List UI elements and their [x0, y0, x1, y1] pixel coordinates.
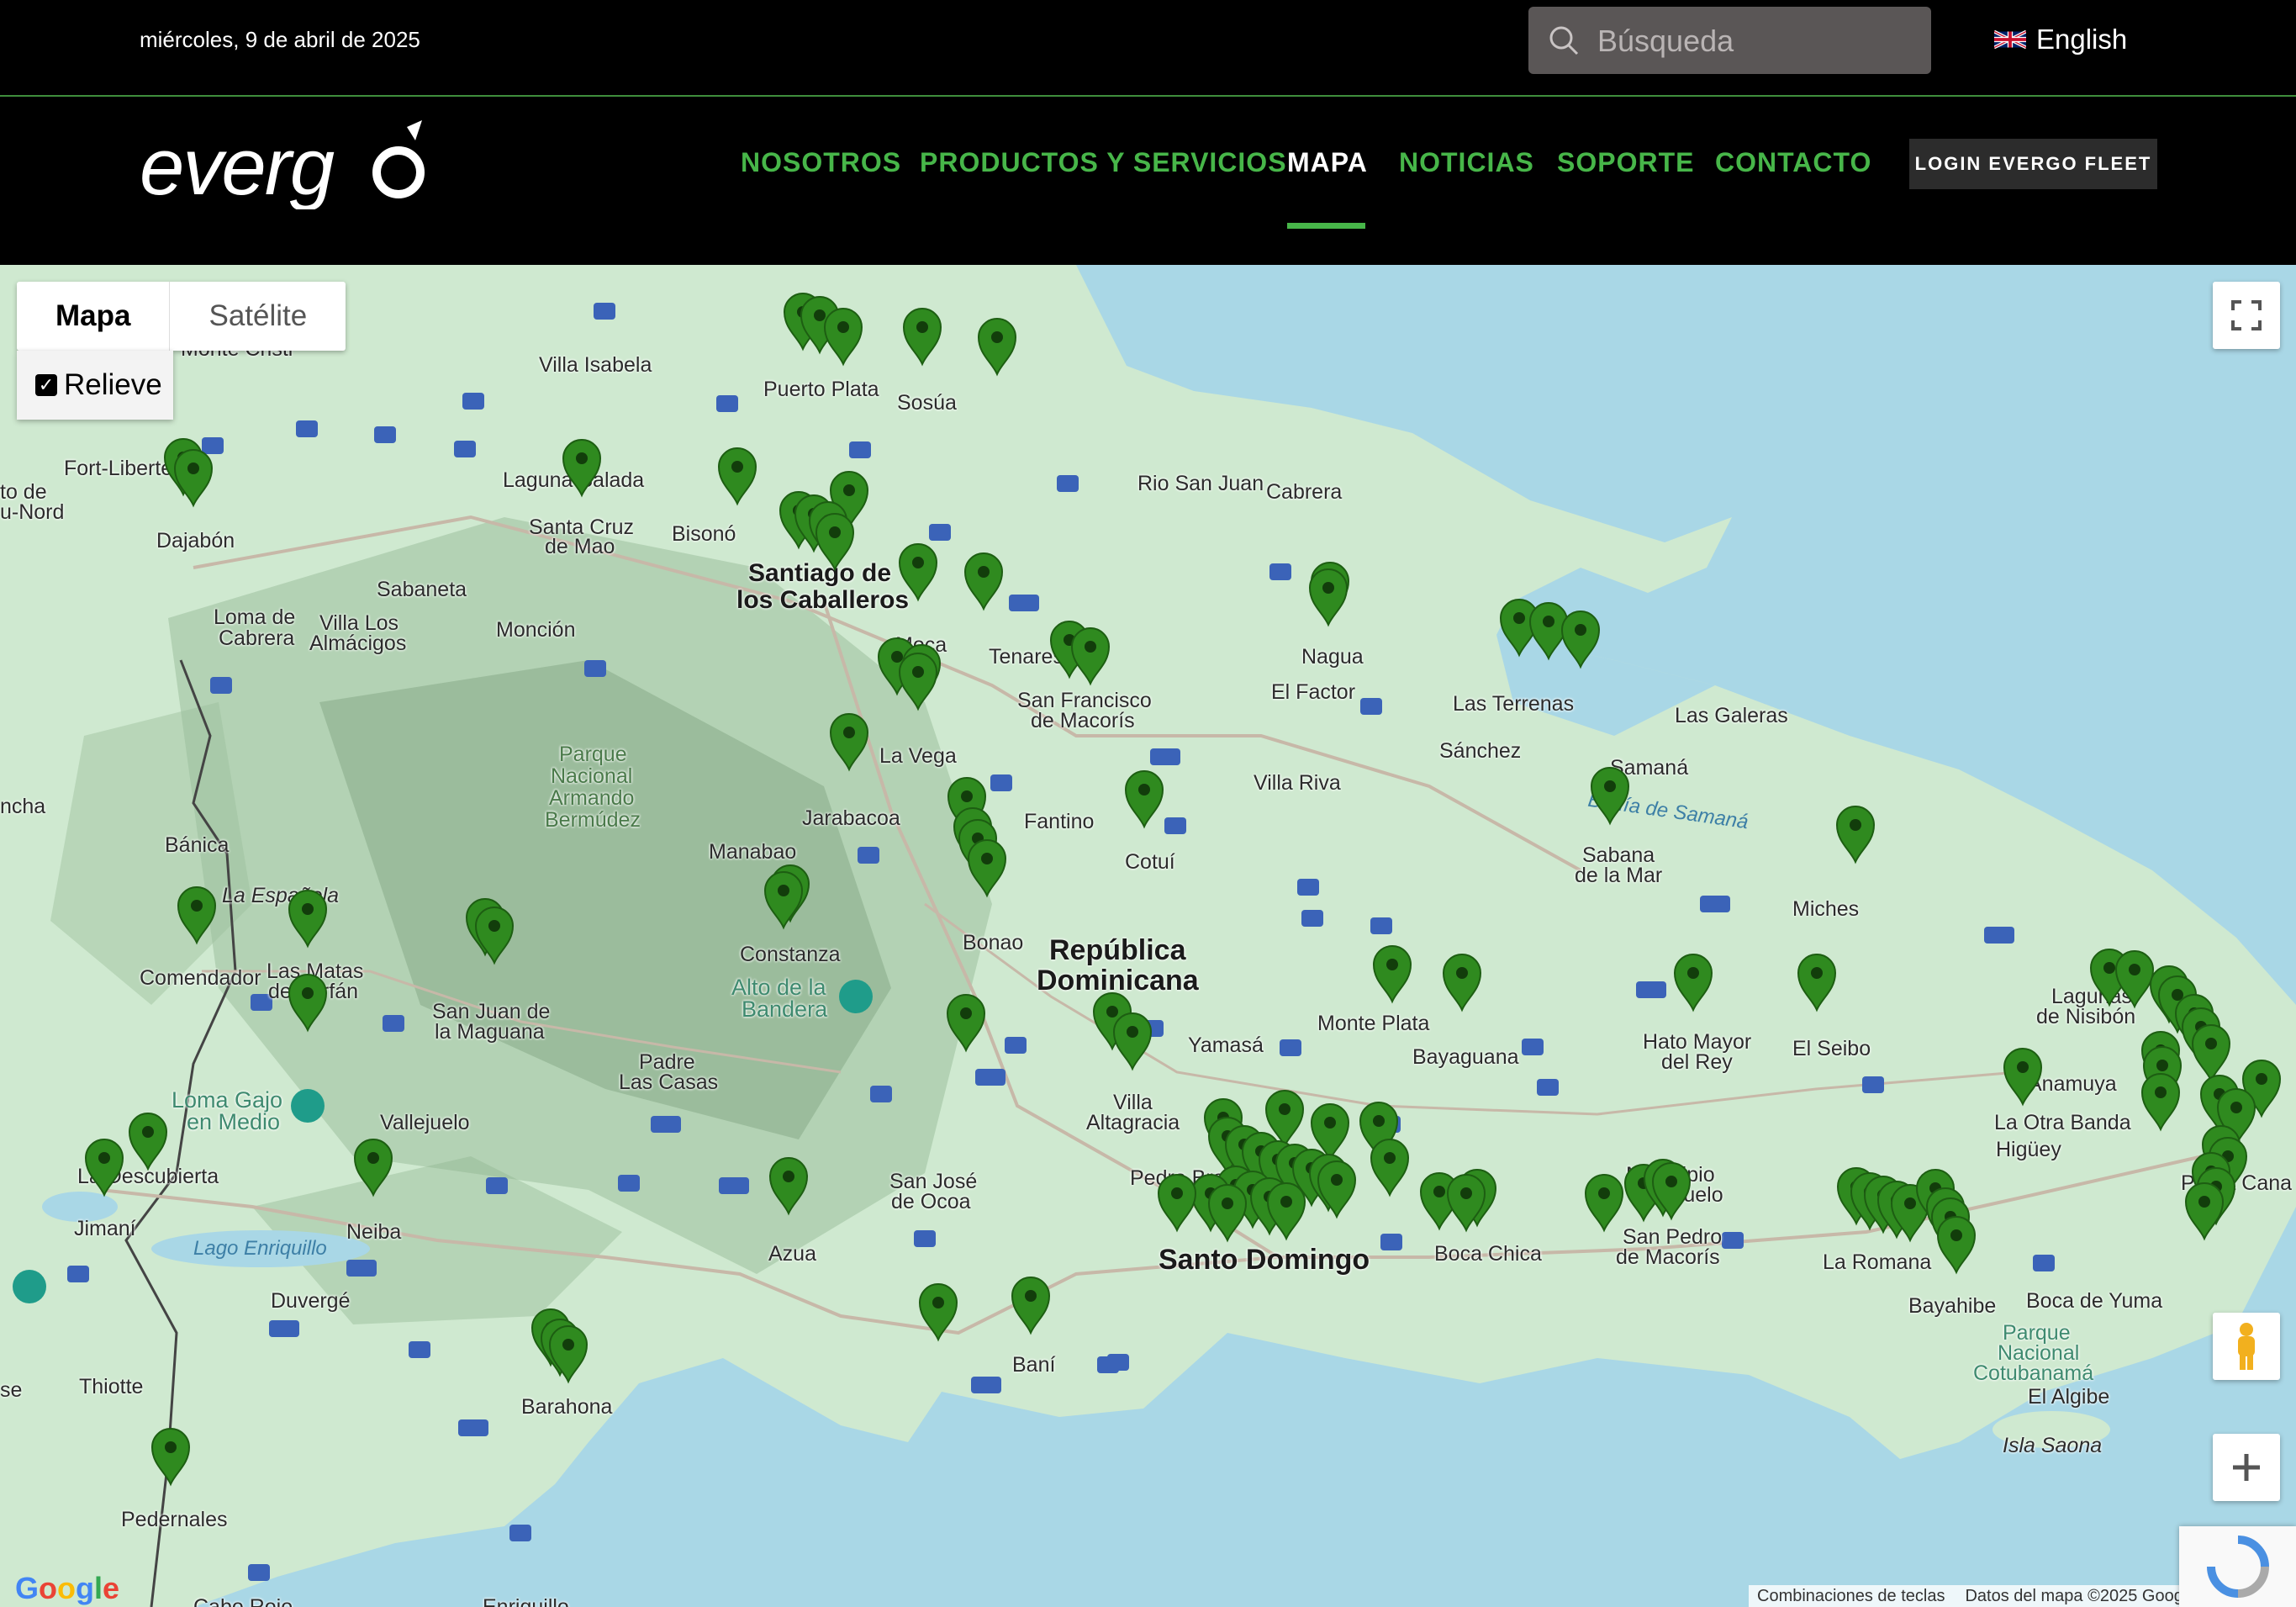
charging-station-pin[interactable] — [1797, 954, 1837, 1012]
nav-productos-y-servicios[interactable]: PRODUCTOS Y SERVICIOS — [920, 147, 1287, 178]
charging-station-pin[interactable] — [562, 439, 602, 498]
pegman-icon — [2238, 1323, 2255, 1370]
charging-station-pin[interactable] — [763, 871, 804, 930]
svg-text:everg: everg — [140, 122, 335, 209]
charging-station-pin[interactable] — [902, 308, 942, 367]
map-attribution: Combinaciones de teclas Datos del mapa ©… — [1749, 1585, 2205, 1607]
map-type-satellite-button[interactable]: Satélite — [170, 282, 346, 351]
charging-station-pin[interactable] — [84, 1139, 124, 1197]
map-data-credit[interactable]: Datos del mapa ©2025 Google — [1965, 1587, 2196, 1606]
charging-station-pin[interactable] — [1112, 1012, 1153, 1071]
charging-station-pin[interactable] — [177, 886, 217, 945]
charging-station-pin[interactable] — [963, 552, 1004, 611]
charging-station-pin[interactable] — [353, 1139, 393, 1197]
google-logo-part: l — [94, 1571, 103, 1605]
charging-station-pin[interactable] — [173, 449, 214, 508]
charging-station-pin[interactable] — [1651, 1162, 1692, 1221]
charging-station-pin[interactable] — [815, 513, 855, 572]
map-type-control: Mapa Satélite — [17, 282, 346, 351]
search-input[interactable] — [1596, 7, 1919, 76]
charging-station-pin[interactable] — [288, 974, 328, 1033]
charging-station-pin[interactable] — [1266, 1182, 1306, 1241]
search-box[interactable] — [1528, 7, 1931, 76]
charging-station-pin[interactable] — [717, 447, 757, 506]
charging-station-pin[interactable] — [1370, 1139, 1410, 1197]
charging-station-pin[interactable] — [1124, 770, 1164, 829]
nav-nosotros[interactable]: NOSOTROS — [741, 147, 901, 178]
terrain-label: Relieve — [64, 368, 162, 401]
street-view-pegman-button[interactable] — [2213, 1313, 2280, 1380]
charging-station-pin[interactable] — [1372, 945, 1412, 1004]
google-logo-part: o — [39, 1571, 58, 1605]
charging-station-pins — [84, 293, 2282, 1487]
charging-station-pin[interactable] — [1207, 1184, 1248, 1243]
nav-contacto[interactable]: CONTACTO — [1715, 147, 1871, 178]
charging-station-pin[interactable] — [1584, 1174, 1624, 1233]
charging-station-pin[interactable] — [2191, 1024, 2231, 1083]
login-evergo-fleet-button[interactable]: LOGIN EVERGO FLEET — [1909, 139, 2157, 189]
evergo-logo[interactable]: everg — [140, 117, 442, 209]
charging-station-pin[interactable] — [150, 1428, 191, 1487]
nav-noticias[interactable]: NOTICIAS — [1399, 147, 1534, 178]
charging-station-pin[interactable] — [823, 308, 863, 367]
charging-station-pin[interactable] — [2184, 1182, 2225, 1241]
charging-station-pin[interactable] — [1308, 568, 1349, 627]
uk-flag-icon — [1994, 29, 2026, 50]
charging-station-pin[interactable] — [1317, 1160, 1357, 1219]
charging-station-pin[interactable] — [1936, 1216, 1977, 1275]
charging-station-pin[interactable] — [2140, 1073, 2181, 1132]
charging-station-pin[interactable] — [829, 713, 869, 772]
google-logo-part: o — [57, 1571, 77, 1605]
zoom-in-button[interactable] — [2213, 1434, 2280, 1501]
charging-station-pin[interactable] — [2003, 1048, 2043, 1107]
google-logo-part: e — [103, 1571, 120, 1605]
fullscreen-icon — [2231, 300, 2262, 330]
charging-station-pin[interactable] — [946, 994, 986, 1053]
language-label: English — [2036, 24, 2128, 55]
map-type-map-button[interactable]: Mapa — [17, 282, 171, 351]
charging-station-pin[interactable] — [1835, 806, 1876, 864]
charging-station-pin[interactable] — [768, 1157, 809, 1216]
fullscreen-button[interactable] — [2213, 282, 2280, 349]
charging-station-pin[interactable] — [2114, 950, 2155, 1009]
charging-station-pin[interactable] — [548, 1325, 589, 1384]
charging-station-pin[interactable] — [1673, 954, 1713, 1012]
charging-station-pin[interactable] — [898, 653, 938, 711]
charging-station-pin[interactable] — [1011, 1277, 1051, 1335]
search-icon — [1549, 26, 1579, 56]
charging-station-pin[interactable] — [1157, 1174, 1197, 1233]
recaptcha-badge[interactable] — [2179, 1526, 2296, 1607]
nav-mapa[interactable]: MAPA — [1287, 147, 1368, 178]
charging-station-pin[interactable] — [977, 318, 1017, 377]
language-switcher[interactable]: English — [1994, 24, 2127, 56]
charging-station-pin[interactable] — [967, 839, 1007, 898]
charging-station-pin[interactable] — [1590, 767, 1630, 826]
keyboard-shortcuts-link[interactable]: Combinaciones de teclas — [1757, 1587, 1945, 1606]
google-logo[interactable]: Google — [15, 1571, 119, 1606]
terrain-toggle[interactable]: ✓ Relieve — [17, 351, 173, 420]
google-logo-part: g — [76, 1571, 95, 1605]
plus-icon — [2233, 1454, 2260, 1481]
terrain-checkbox[interactable]: ✓ — [35, 374, 57, 396]
current-date: miércoles, 9 de abril de 2025 — [140, 27, 420, 52]
google-logo-part: G — [15, 1571, 40, 1605]
charging-station-pin[interactable] — [898, 543, 938, 602]
active-nav-indicator — [1287, 223, 1365, 229]
charging-station-pin[interactable] — [288, 890, 328, 949]
charging-stations-map[interactable]: Monte Cristi Villa Isabela Puerto Plata … — [0, 265, 2296, 1607]
recaptcha-icon — [2207, 1536, 2269, 1598]
top-bar: miércoles, 9 de abril de 2025 English — [0, 0, 2296, 97]
main-header: everg NOSOTROS PRODUCTOS Y SERVICIOS MAP… — [0, 97, 2296, 265]
charging-station-pin[interactable] — [1070, 627, 1111, 686]
charging-station-pin[interactable] — [1442, 954, 1482, 1012]
charging-station-pin[interactable] — [918, 1283, 958, 1342]
charging-station-pin[interactable] — [128, 1113, 168, 1171]
charging-station-pin[interactable] — [474, 907, 515, 965]
charging-station-pin[interactable] — [1560, 611, 1601, 669]
nav-soporte[interactable]: SOPORTE — [1557, 147, 1694, 178]
